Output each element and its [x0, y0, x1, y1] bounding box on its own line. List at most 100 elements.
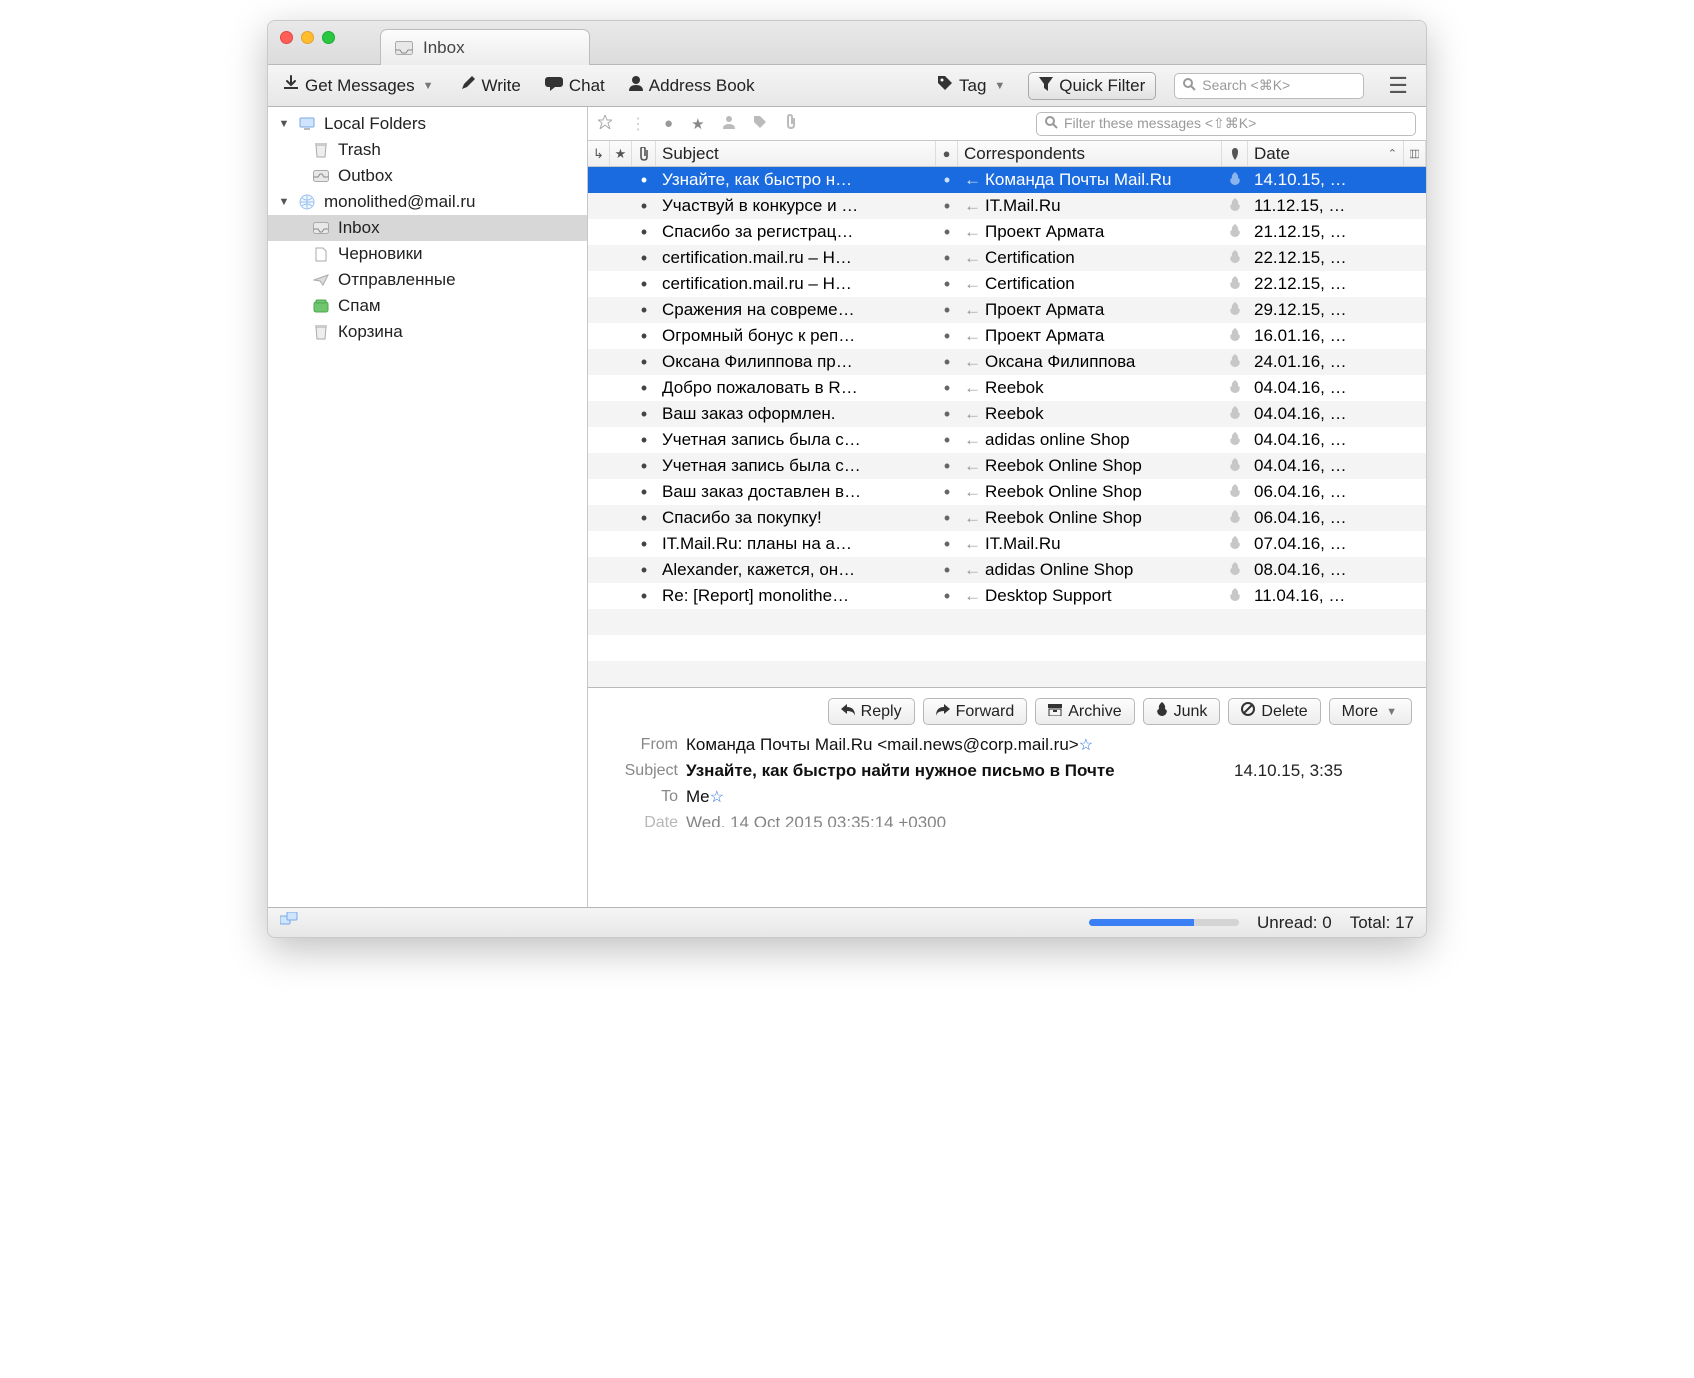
read-cell[interactable]: • [632, 587, 656, 605]
quick-filter-button[interactable]: Quick Filter [1028, 72, 1156, 100]
activity-icon[interactable] [280, 912, 298, 933]
message-row[interactable]: •Добро пожаловать в R…•← Reebok04.04.16,… [588, 375, 1426, 401]
pin-icon[interactable] [598, 115, 612, 133]
tab-inbox[interactable]: Inbox [380, 29, 590, 65]
junk-cell[interactable] [1222, 534, 1248, 554]
status-cell[interactable]: • [936, 171, 958, 189]
message-row[interactable]: •Ваш заказ доставлен в…•← Reebok Online … [588, 479, 1426, 505]
reply-button[interactable]: Reply [828, 698, 915, 725]
read-cell[interactable]: • [632, 249, 656, 267]
junk-cell[interactable] [1222, 430, 1248, 450]
junk-cell[interactable] [1222, 170, 1248, 190]
status-cell[interactable]: • [936, 197, 958, 215]
attachment-filter-icon[interactable] [785, 114, 797, 134]
junk-cell[interactable] [1222, 586, 1248, 606]
unread-filter-icon[interactable]: ● [664, 115, 673, 132]
forward-button[interactable]: Forward [923, 698, 1028, 725]
read-cell[interactable]: • [632, 171, 656, 189]
message-row[interactable]: •Учетная запись была с…•← Reebok Online … [588, 453, 1426, 479]
folder-sent[interactable]: Отправленные [268, 267, 587, 293]
folder-inbox[interactable]: Inbox [268, 215, 587, 241]
read-cell[interactable]: • [632, 483, 656, 501]
junk-cell[interactable] [1222, 274, 1248, 294]
close-window-button[interactable] [280, 31, 293, 44]
read-cell[interactable]: • [632, 535, 656, 553]
junk-cell[interactable] [1222, 326, 1248, 346]
message-row[interactable]: •Огромный бонус к реп…•← Проект Армата16… [588, 323, 1426, 349]
folder-drafts[interactable]: Черновики [268, 241, 587, 267]
status-cell[interactable]: • [936, 561, 958, 579]
read-cell[interactable]: • [632, 301, 656, 319]
message-row[interactable]: •certification.mail.ru – Н…•← Certificat… [588, 245, 1426, 271]
to-value[interactable]: Me [686, 787, 710, 806]
message-row[interactable]: •Спасибо за регистрац…•← Проект Армата21… [588, 219, 1426, 245]
junk-cell[interactable] [1222, 222, 1248, 242]
status-cell[interactable]: • [936, 275, 958, 293]
status-cell[interactable]: • [936, 353, 958, 371]
account-node[interactable]: ▼ monolithed@mail.ru [268, 189, 587, 215]
dropdown-arrow-icon[interactable]: ▼ [992, 80, 1007, 92]
status-cell[interactable]: • [936, 327, 958, 345]
chat-button[interactable]: Chat [542, 76, 608, 96]
attachment-column[interactable] [632, 141, 656, 166]
message-row[interactable]: •Re: [Report] monolithe…•← Desktop Suppo… [588, 583, 1426, 609]
local-trash[interactable]: Trash [268, 137, 587, 163]
folder-trash[interactable]: Корзина [268, 319, 587, 345]
read-cell[interactable]: • [632, 431, 656, 449]
message-row[interactable]: •Alexander, кажется, он…•← adidas Online… [588, 557, 1426, 583]
status-cell[interactable]: • [936, 483, 958, 501]
contact-filter-icon[interactable] [723, 115, 735, 133]
status-cell[interactable]: • [936, 587, 958, 605]
junk-cell[interactable] [1222, 248, 1248, 268]
more-button[interactable]: More▼ [1329, 698, 1412, 725]
read-cell[interactable]: • [632, 275, 656, 293]
star-filter-icon[interactable]: ★ [691, 115, 704, 133]
menu-button[interactable]: ☰ [1382, 73, 1414, 99]
read-cell[interactable]: • [632, 327, 656, 345]
read-cell[interactable]: • [632, 223, 656, 241]
message-row[interactable]: •Учетная запись была с…•← adidas online … [588, 427, 1426, 453]
thread-column[interactable]: ↳ [588, 141, 610, 166]
message-row[interactable]: •Сражения на совреме…•← Проект Армата29.… [588, 297, 1426, 323]
read-cell[interactable]: • [632, 405, 656, 423]
status-cell[interactable]: • [936, 509, 958, 527]
junk-column[interactable] [1222, 141, 1248, 166]
read-cell[interactable]: • [632, 457, 656, 475]
local-folders-node[interactable]: ▼ Local Folders [268, 111, 587, 137]
message-row[interactable]: •Узнайте, как быстро н…•← Команда Почты … [588, 167, 1426, 193]
archive-button[interactable]: Archive [1035, 698, 1134, 725]
status-cell[interactable]: • [936, 431, 958, 449]
message-row[interactable]: •certification.mail.ru – Н…•← Certificat… [588, 271, 1426, 297]
message-row[interactable]: •Ваш заказ оформлен.•← Reebok04.04.16, … [588, 401, 1426, 427]
junk-cell[interactable] [1222, 196, 1248, 216]
zoom-window-button[interactable] [322, 31, 335, 44]
star-column[interactable]: ★ [610, 141, 632, 166]
message-row[interactable]: •Оксана Филиппова пр…•← Оксана Филиппова… [588, 349, 1426, 375]
status-cell[interactable]: • [936, 249, 958, 267]
local-outbox[interactable]: Outbox [268, 163, 587, 189]
message-row[interactable]: •Спасибо за покупку!•← Reebok Online Sho… [588, 505, 1426, 531]
status-cell[interactable]: • [936, 535, 958, 553]
minimize-window-button[interactable] [301, 31, 314, 44]
message-row[interactable]: •Участвуй в конкурсе и …•← IT.Mail.Ru11.… [588, 193, 1426, 219]
status-cell[interactable]: • [936, 301, 958, 319]
dropdown-arrow-icon[interactable]: ▼ [421, 80, 436, 92]
tag-button[interactable]: Tag ▼ [934, 75, 1010, 96]
junk-button[interactable]: Junk [1143, 698, 1221, 725]
date-column[interactable]: Date⌃ [1248, 141, 1404, 166]
message-list[interactable]: •Узнайте, как быстро н…•← Команда Почты … [588, 167, 1426, 687]
junk-cell[interactable] [1222, 560, 1248, 580]
write-button[interactable]: Write [457, 75, 524, 96]
read-cell[interactable]: • [632, 561, 656, 579]
junk-cell[interactable] [1222, 456, 1248, 476]
read-cell[interactable]: • [632, 379, 656, 397]
junk-cell[interactable] [1222, 300, 1248, 320]
message-row[interactable]: •IT.Mail.Ru: планы на а…•← IT.Mail.Ru07.… [588, 531, 1426, 557]
status-cell[interactable]: • [936, 379, 958, 397]
junk-cell[interactable] [1222, 352, 1248, 372]
star-icon[interactable]: ☆ [1079, 737, 1093, 754]
column-picker[interactable] [1404, 141, 1426, 166]
junk-cell[interactable] [1222, 404, 1248, 424]
folder-spam[interactable]: Спам [268, 293, 587, 319]
tag-filter-icon[interactable] [753, 115, 767, 133]
